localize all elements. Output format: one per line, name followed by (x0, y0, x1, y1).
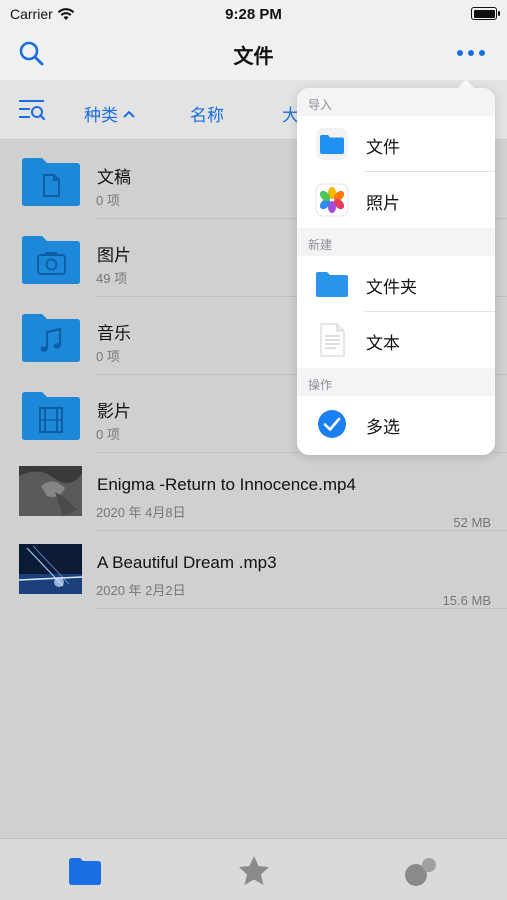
sort-by-kind-button[interactable]: 种类 (84, 101, 136, 126)
row-divider (96, 608, 507, 609)
import-photo-label: 照片 (366, 194, 400, 213)
file-name: 图片 (97, 246, 131, 265)
item-count: 0 项 (96, 349, 120, 364)
checkmark-circle-icon (318, 410, 346, 438)
status-bar: Carrier 9:28 PM (0, 0, 507, 28)
folder-tab-icon[interactable] (67, 853, 103, 889)
file-name: 影片 (97, 402, 131, 421)
file-name: 文稿 (97, 168, 131, 187)
camera-folder-icon (22, 236, 80, 284)
film-folder-icon (22, 392, 80, 440)
more-options-popover: 导入 文件 照片 新建 文件夹 文本 操作 多选 (297, 88, 495, 455)
share-tab-icon[interactable] (403, 853, 439, 889)
file-name: 音乐 (97, 324, 131, 343)
import-file-label: 文件 (366, 138, 400, 157)
more-dot-icon (468, 50, 474, 56)
new-folder-icon (316, 272, 348, 297)
file-name: A Beautiful Dream .mp3 (97, 553, 277, 572)
import-photo-menu-item[interactable]: 照片 (297, 172, 495, 228)
tab-bar (0, 838, 507, 900)
filter-list-icon[interactable] (18, 98, 46, 122)
new-text-label: 文本 (366, 334, 400, 353)
file-date: 2020 年 4月8日 (96, 505, 186, 520)
file-size: 52 MB (453, 515, 491, 530)
folder-icon (316, 128, 348, 160)
item-count: 49 项 (96, 271, 128, 286)
new-folder-label: 文件夹 (366, 278, 417, 297)
sort-by-name-button[interactable]: 名称 (190, 101, 224, 126)
more-options-button[interactable] (457, 48, 487, 58)
file-date: 2020 年 2月2日 (96, 583, 186, 598)
page-title: 文件 (233, 46, 274, 68)
new-text-menu-item[interactable]: 文本 (297, 312, 495, 368)
navigation-bar: 文件 (0, 28, 507, 80)
import-section-header: 导入 (297, 88, 495, 116)
audio-artwork-thumbnail (19, 544, 82, 594)
new-folder-menu-item[interactable]: 文件夹 (297, 256, 495, 312)
file-size: 15.6 MB (442, 593, 491, 608)
sort-kind-label: 种类 (84, 106, 118, 125)
item-count: 0 项 (96, 193, 120, 208)
new-section-header: 新建 (297, 228, 495, 256)
list-item[interactable]: Enigma -Return to Innocence.mp4 2020 年 4… (0, 453, 507, 531)
item-count: 0 项 (96, 427, 120, 442)
action-section-header: 操作 (297, 368, 495, 396)
clock: 9:28 PM (225, 6, 282, 23)
photos-app-icon (315, 183, 349, 217)
import-file-menu-item[interactable]: 文件 (297, 116, 495, 172)
text-document-icon (320, 323, 345, 357)
video-thumbnail (19, 466, 82, 516)
more-dot-icon (479, 50, 485, 56)
list-item[interactable]: A Beautiful Dream .mp3 2020 年 2月2日 15.6 … (0, 531, 507, 609)
multi-select-menu-item[interactable]: 多选 (297, 396, 495, 452)
file-name: Enigma -Return to Innocence.mp4 (97, 475, 356, 494)
more-dot-icon (457, 50, 463, 56)
music-folder-icon (22, 314, 80, 362)
star-tab-icon[interactable] (236, 853, 272, 889)
multi-select-label: 多选 (366, 418, 400, 437)
battery-icon (471, 7, 500, 20)
document-folder-icon (22, 158, 80, 206)
chevron-up-icon (123, 110, 135, 118)
